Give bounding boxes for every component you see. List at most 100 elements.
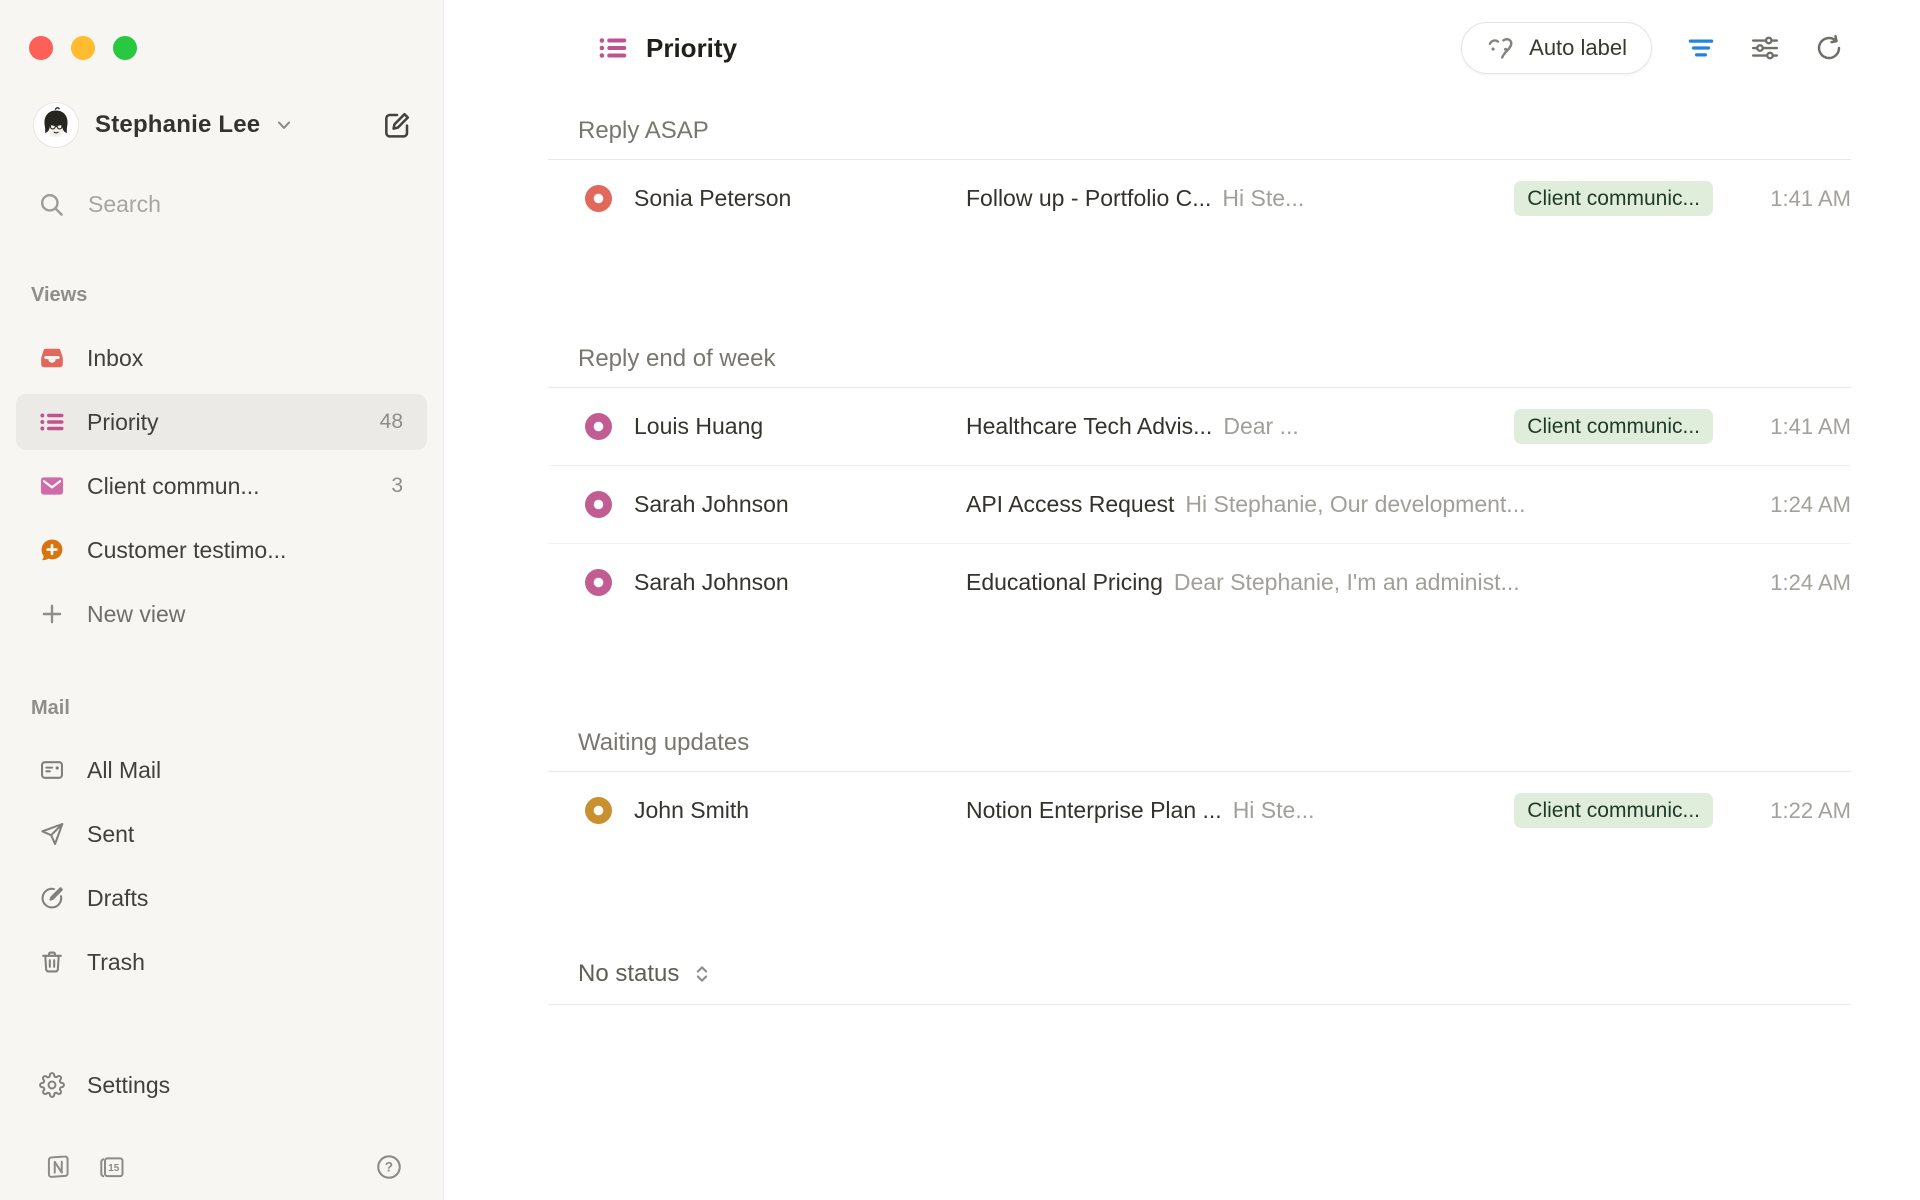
sidebar-item-sent[interactable]: Sent bbox=[16, 806, 427, 862]
email-time: 1:22 AM bbox=[1741, 798, 1851, 824]
svg-text:?: ? bbox=[385, 1160, 393, 1175]
sidebar-item-all-mail[interactable]: All Mail bbox=[16, 742, 427, 798]
email-list: Reply ASAP Sonia Peterson Follow up - Po… bbox=[548, 96, 1851, 1005]
priority-list-icon bbox=[39, 409, 65, 435]
sidebar-bottom: Settings 15 bbox=[16, 1060, 427, 1192]
calendar-app-icon[interactable]: 15 bbox=[98, 1153, 126, 1181]
close-window-button[interactable] bbox=[29, 36, 53, 60]
auto-label-button[interactable]: Auto label bbox=[1461, 22, 1652, 74]
sidebar-item-label: Customer testimo... bbox=[87, 537, 286, 564]
email-preview: Hi Ste... bbox=[1233, 797, 1315, 823]
toolbar: Auto label bbox=[1461, 22, 1844, 74]
priority-count-badge: 48 bbox=[380, 410, 403, 434]
sender-name: John Smith bbox=[634, 797, 966, 824]
app-window: Stephanie Lee Search Views bbox=[0, 0, 1920, 1200]
sender-name: Sarah Johnson bbox=[634, 569, 966, 596]
sidebar-item-label: Drafts bbox=[87, 885, 148, 912]
sender-avatar bbox=[585, 185, 612, 212]
priority-view-icon bbox=[598, 33, 628, 63]
account-name: Stephanie Lee bbox=[95, 111, 260, 139]
sender-name: Sonia Peterson bbox=[634, 185, 966, 212]
sidebar-item-label: Sent bbox=[87, 821, 134, 848]
sender-avatar bbox=[585, 491, 612, 518]
email-group-reply-end-of-week: Reply end of week Louis Huang Healthcare… bbox=[548, 237, 1851, 621]
email-time: 1:24 AM bbox=[1741, 570, 1851, 596]
email-subject: Educational Pricing bbox=[966, 569, 1163, 595]
chat-plus-icon bbox=[39, 537, 65, 563]
sender-avatar bbox=[585, 797, 612, 824]
expand-collapse-icon bbox=[691, 963, 713, 985]
sidebar-item-priority[interactable]: Priority 48 bbox=[16, 394, 427, 450]
search-icon bbox=[38, 191, 65, 218]
email-time: 1:41 AM bbox=[1741, 186, 1851, 212]
sidebar-item-settings[interactable]: Settings bbox=[16, 1060, 427, 1110]
email-preview: Dear Stephanie, I'm an administ... bbox=[1174, 569, 1520, 595]
group-title: Waiting updates bbox=[548, 728, 1851, 772]
compose-icon[interactable] bbox=[381, 109, 413, 141]
email-row[interactable]: Sonia Peterson Follow up - Portfolio C..… bbox=[548, 160, 1851, 237]
email-subject: Follow up - Portfolio C... bbox=[966, 185, 1211, 211]
notion-app-icon[interactable] bbox=[44, 1153, 72, 1181]
page-title: Priority bbox=[646, 33, 737, 64]
ai-face-icon bbox=[1486, 33, 1516, 63]
label-chip[interactable]: Client communic... bbox=[1514, 409, 1713, 444]
no-status-group-toggle[interactable]: No status bbox=[548, 960, 1851, 1005]
drafts-icon bbox=[39, 885, 65, 911]
user-avatar bbox=[34, 103, 78, 147]
minimize-window-button[interactable] bbox=[71, 36, 95, 60]
email-row[interactable]: John Smith Notion Enterprise Plan ...Hi … bbox=[548, 772, 1851, 849]
zoom-window-button[interactable] bbox=[113, 36, 137, 60]
views-section-label: Views bbox=[16, 281, 427, 309]
label-chip[interactable]: Client communic... bbox=[1514, 793, 1713, 828]
sender-avatar bbox=[585, 569, 612, 596]
email-time: 1:41 AM bbox=[1741, 414, 1851, 440]
inbox-icon bbox=[39, 345, 65, 371]
main-panel: Priority Auto label bbox=[444, 0, 1920, 1200]
search-input[interactable]: Search bbox=[38, 180, 161, 228]
window-controls bbox=[29, 36, 137, 60]
svg-text:15: 15 bbox=[108, 1163, 120, 1174]
search-placeholder: Search bbox=[88, 191, 161, 218]
sidebar-item-inbox[interactable]: Inbox bbox=[16, 330, 427, 386]
sidebar-item-drafts[interactable]: Drafts bbox=[16, 870, 427, 926]
sidebar-item-label: Settings bbox=[87, 1072, 170, 1099]
sidebar-item-new-view[interactable]: New view bbox=[16, 586, 427, 642]
sidebar-item-label: Trash bbox=[87, 949, 145, 976]
email-preview: Dear ... bbox=[1223, 413, 1298, 439]
email-summary: Educational Pricing Dear Stephanie, I'm a… bbox=[966, 569, 1741, 596]
email-row[interactable]: Sarah Johnson Educational Pricing Dear St… bbox=[548, 543, 1851, 621]
email-summary: Notion Enterprise Plan ...Hi Ste... bbox=[966, 797, 1494, 824]
label-chip[interactable]: Client communic... bbox=[1514, 181, 1713, 216]
filter-icon[interactable] bbox=[1686, 33, 1716, 63]
no-status-label: No status bbox=[578, 960, 679, 988]
client-comm-count-badge: 3 bbox=[391, 474, 403, 498]
send-icon bbox=[39, 821, 65, 847]
sidebar-item-customer-testimonials[interactable]: Customer testimo... bbox=[16, 522, 427, 578]
plus-icon bbox=[39, 601, 65, 627]
email-time: 1:24 AM bbox=[1741, 492, 1851, 518]
refresh-icon[interactable] bbox=[1814, 33, 1844, 63]
email-preview: Hi Ste... bbox=[1222, 185, 1304, 211]
sidebar-item-label: All Mail bbox=[87, 757, 161, 784]
auto-label-text: Auto label bbox=[1529, 35, 1627, 61]
sender-name: Sarah Johnson bbox=[634, 491, 966, 518]
sidebar: Stephanie Lee Search Views bbox=[0, 0, 444, 1200]
sidebar-footer-icons: 15 ? bbox=[16, 1142, 427, 1192]
all-mail-icon bbox=[39, 757, 65, 783]
display-settings-icon[interactable] bbox=[1750, 33, 1780, 63]
email-summary: API Access RequestHi Stephanie, Our deve… bbox=[966, 491, 1741, 518]
sidebar-item-label: Priority bbox=[87, 409, 159, 436]
email-row[interactable]: Sarah Johnson API Access RequestHi Steph… bbox=[548, 465, 1851, 543]
mail-section-label: Mail bbox=[16, 694, 427, 722]
account-switcher[interactable]: Stephanie Lee bbox=[34, 101, 413, 149]
email-preview: Hi Stephanie, Our development... bbox=[1185, 491, 1525, 517]
email-subject: Healthcare Tech Advis... bbox=[966, 413, 1212, 439]
sidebar-item-label: Inbox bbox=[87, 345, 143, 372]
email-row[interactable]: Louis Huang Healthcare Tech Advis...Dear… bbox=[548, 388, 1851, 465]
email-summary: Healthcare Tech Advis... Dear ... bbox=[966, 413, 1494, 440]
view-header: Priority Auto label bbox=[444, 0, 1920, 96]
chevron-down-icon bbox=[274, 115, 294, 135]
sidebar-item-trash[interactable]: Trash bbox=[16, 934, 427, 990]
help-icon[interactable]: ? bbox=[375, 1153, 403, 1181]
sidebar-item-client-communication[interactable]: Client commun... 3 bbox=[16, 458, 427, 514]
